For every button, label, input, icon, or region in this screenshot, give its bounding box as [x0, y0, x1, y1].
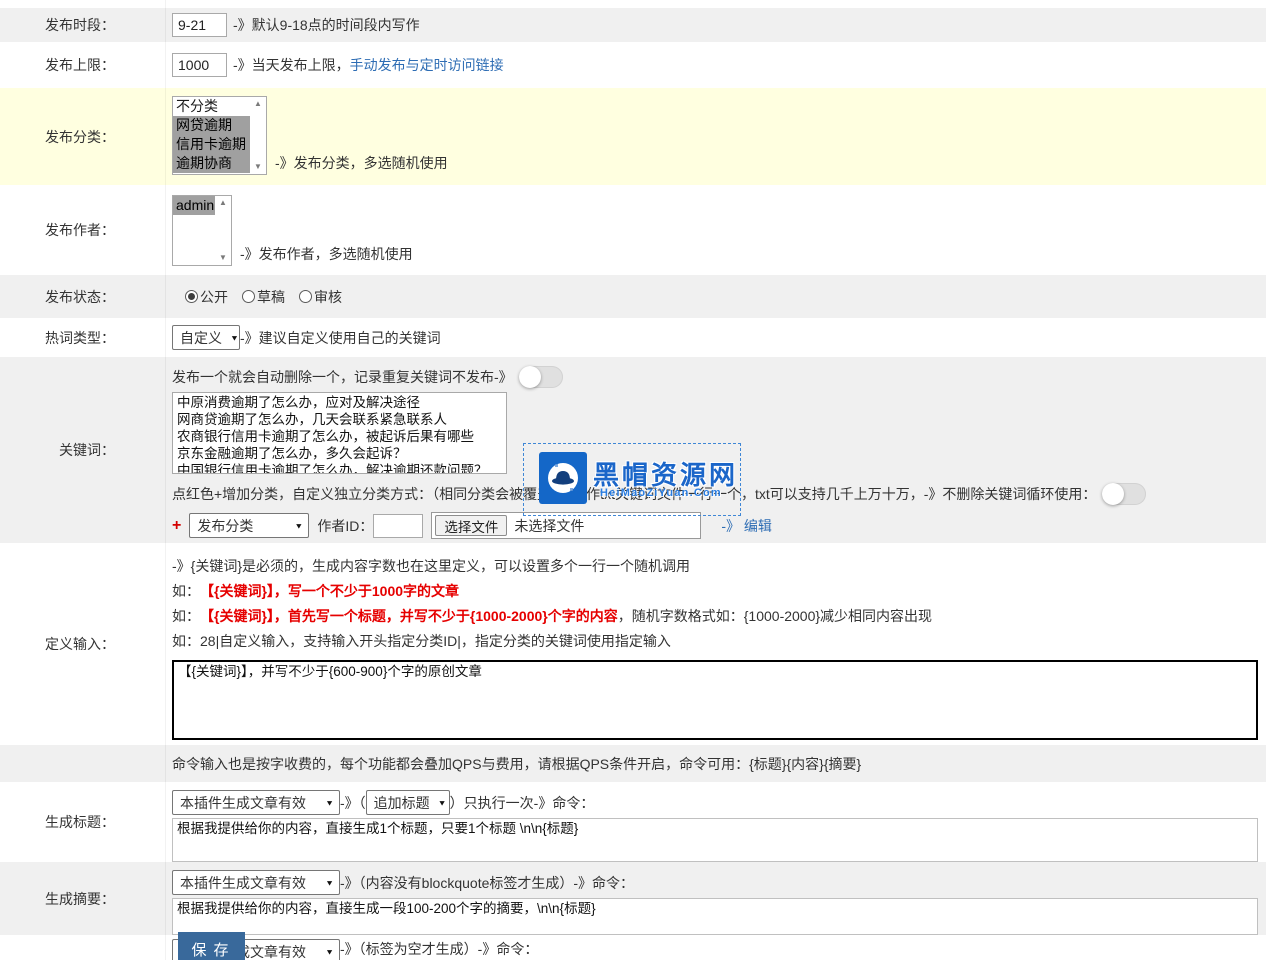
gen-title-command-textarea[interactable]: 根据我提供给你的内容，直接生成1个标题，只要1个标题 \n\n{标题}: [172, 818, 1258, 862]
keywords-toggle-desc: 发布一个就会自动删除一个，记录重复关键词不发布-》: [172, 367, 513, 387]
radio-review[interactable]: 审核: [299, 287, 342, 307]
example-rest: ，随机字数格式如：{1000-2000}减少相同内容出现: [618, 604, 932, 629]
radio-label: 审核: [314, 287, 342, 307]
select-value: 本插件生成文章有效: [180, 793, 306, 813]
category-option[interactable]: 逾期协商: [173, 154, 250, 173]
gen-summary-mid: -》（内容没有blockquote标签才生成）-》命令：: [340, 873, 634, 893]
gen-summary-label: 生成摘要：: [0, 862, 165, 935]
define-input-label: 定义输入：: [0, 543, 165, 745]
hotword-type-desc: -》建议自定义使用自己的关键词: [240, 328, 441, 348]
hotword-type-select[interactable]: 自定义 ▼: [172, 325, 240, 350]
chevron-down-icon: ▼: [294, 521, 303, 530]
row-keywords: 关键词： 发布一个就会自动删除一个，记录重复关键词不发布-》 中原消费逾期了怎么…: [0, 357, 1266, 543]
publish-category-desc: -》发布分类，多选随机使用: [275, 153, 448, 173]
define-input-line4: 如：28|自定义输入，支持输入开头指定分类ID|，指定分类的关键词使用指定输入: [172, 629, 671, 654]
select-value: 自定义: [180, 328, 222, 348]
category-option[interactable]: 网贷逾期: [173, 116, 250, 135]
gen-title-mid2: ）只执行一次-》命令：: [450, 793, 595, 813]
select-value: 追加标题: [374, 793, 430, 813]
publish-author-desc: -》发布作者，多选随机使用: [240, 244, 413, 264]
row-gen-summary: 生成摘要： 本插件生成文章有效 ▼ -》（内容没有blockquote标签才生成…: [0, 862, 1266, 935]
gen-title-mid1: -》（: [340, 793, 366, 813]
select-value: 发布分类: [197, 516, 253, 536]
listbox-scrollbar[interactable]: ▲ ▼: [250, 97, 266, 174]
publish-time-input[interactable]: [172, 13, 227, 37]
publish-category-label: 发布分类：: [0, 88, 165, 185]
radio-icon[interactable]: [242, 290, 255, 303]
chevron-down-icon: ▼: [325, 878, 334, 887]
radio-public[interactable]: 公开: [185, 287, 228, 307]
gen-title-append-select[interactable]: 追加标题 ▼: [366, 790, 450, 815]
example-prefix: 如：: [172, 604, 200, 629]
file-input[interactable]: 选择文件 未选择文件: [431, 512, 701, 539]
radio-label: 公开: [200, 287, 228, 307]
scroll-up-icon[interactable]: ▲: [254, 100, 262, 108]
row-hotword-type: 热词类型： 自定义 ▼ -》建议自定义使用自己的关键词: [0, 318, 1266, 357]
radio-draft[interactable]: 草稿: [242, 287, 285, 307]
plugin-settings-page: 发布时段： -》默认9-18点的时间段内写作 发布上限： -》当天发布上限， 手…: [0, 0, 1266, 960]
top-strip: [0, 0, 1266, 8]
chevron-down-icon: ▼: [325, 947, 334, 956]
scroll-up-icon[interactable]: ▲: [219, 199, 227, 207]
keywords-textarea[interactable]: 中原消费逾期了怎么办，应对及解决途径 网商贷逾期了怎么办，几天会联系紧急联系人 …: [172, 392, 507, 474]
example-red-text: 【{关键词}】，写一个不少于1000字的文章: [200, 579, 459, 604]
select-value: 本插件生成文章有效: [180, 873, 306, 893]
save-button[interactable]: 保存: [178, 932, 245, 960]
keywords-tip: 点红色+增加分类，自定义独立分类方式：（相同分类会被覆盖），制作txt关键词文件…: [172, 484, 1096, 504]
example-prefix: 如：: [172, 579, 200, 604]
author-option[interactable]: admin: [173, 196, 215, 215]
keyword-category-select[interactable]: 发布分类 ▼: [189, 513, 309, 538]
category-option[interactable]: 信用卡逾期: [173, 135, 250, 154]
keyword-loop-toggle[interactable]: [1102, 483, 1146, 505]
radio-icon[interactable]: [299, 290, 312, 303]
publish-category-listbox[interactable]: 不分类 网贷逾期 信用卡逾期 逾期协商 ▲ ▼: [172, 96, 267, 175]
edit-link[interactable]: -》 编辑: [721, 516, 772, 536]
publish-limit-desc: -》当天发布上限，: [233, 55, 350, 75]
gen-summary-command-textarea[interactable]: 根据我提供给你的内容，直接生成一段100-200个字的摘要，\n\n{标题}: [172, 898, 1258, 935]
publish-time-desc: -》默认9-18点的时间段内写作: [233, 15, 420, 35]
row-publish-time: 发布时段： -》默认9-18点的时间段内写作: [0, 8, 1266, 42]
manual-publish-link[interactable]: 手动发布与定时访问链接: [350, 55, 504, 75]
radio-label: 草稿: [257, 287, 285, 307]
example-red-text: 【{关键词}】，首先写一个标题，并写不少于{1000-2000}个字的内容: [200, 604, 618, 629]
category-option[interactable]: 不分类: [173, 97, 250, 116]
row-publish-status: 发布状态： 公开 草稿 审核: [0, 275, 1266, 318]
scroll-down-icon[interactable]: ▼: [219, 254, 227, 262]
listbox-scrollbar[interactable]: ▲ ▼: [215, 196, 231, 265]
hotword-type-label: 热词类型：: [0, 318, 165, 357]
row-publish-author: 发布作者： admin ▲ ▼ -》发布作者，多选随机使用: [0, 185, 1266, 275]
gen-tag-mid: -》（标签为空才生成）-》命令：: [340, 939, 538, 959]
radio-icon[interactable]: [185, 290, 198, 303]
gen-title-label: 生成标题：: [0, 782, 165, 862]
choose-file-button[interactable]: 选择文件: [435, 515, 507, 536]
publish-status-label: 发布状态：: [0, 275, 165, 318]
chevron-down-icon: ▼: [438, 798, 447, 807]
publish-time-label: 发布时段：: [0, 8, 165, 42]
row-publish-limit: 发布上限： -》当天发布上限， 手动发布与定时访问链接: [0, 42, 1266, 88]
define-input-textarea[interactable]: 【{关键词}】，并写不少于{600-900}个字的原创文章: [172, 660, 1258, 740]
row-define-input: 定义输入： -》{关键词}是必须的，生成内容字数也在这里定义，可以设置多个一行一…: [0, 543, 1266, 745]
author-id-label: 作者ID：: [317, 516, 373, 536]
gen-title-mode-select[interactable]: 本插件生成文章有效 ▼: [172, 790, 340, 815]
add-category-button[interactable]: +: [172, 517, 181, 535]
chevron-down-icon: ▼: [230, 333, 239, 342]
row-gen-title: 生成标题： 本插件生成文章有效 ▼ -》（ 追加标题 ▼ ）只执行一次-》命令：…: [0, 782, 1266, 862]
keywords-label: 关键词：: [0, 357, 165, 543]
auto-delete-toggle[interactable]: [519, 366, 563, 388]
chevron-down-icon: ▼: [325, 798, 334, 807]
command-note-text: 命令输入也是按字收费的，每个功能都会叠加QPS与费用，请根据QPS条件开启，命令…: [172, 754, 861, 774]
gen-summary-mode-select[interactable]: 本插件生成文章有效 ▼: [172, 870, 340, 895]
author-id-input[interactable]: [373, 514, 423, 538]
define-input-line1: -》{关键词}是必须的，生成内容字数也在这里定义，可以设置多个一行一个随机调用: [172, 554, 690, 579]
publish-limit-input[interactable]: [172, 53, 227, 77]
row-publish-category: 发布分类： 不分类 网贷逾期 信用卡逾期 逾期协商 ▲ ▼ -》发布分类，多选随…: [0, 88, 1266, 185]
file-status: 未选择文件: [514, 516, 584, 536]
publish-author-label: 发布作者：: [0, 185, 165, 275]
scroll-down-icon[interactable]: ▼: [254, 163, 262, 171]
row-command-note: 命令输入也是按字收费的，每个功能都会叠加QPS与费用，请根据QPS条件开启，命令…: [0, 745, 1266, 782]
publish-author-listbox[interactable]: admin ▲ ▼: [172, 195, 232, 266]
publish-limit-label: 发布上限：: [0, 42, 165, 88]
